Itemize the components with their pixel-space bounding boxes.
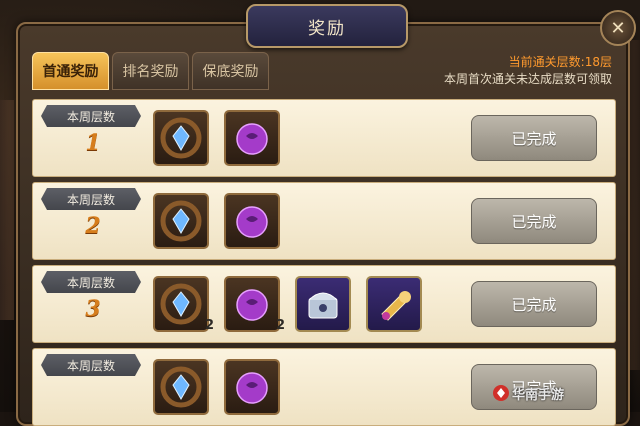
reward-row: 本周层数 3 2 2 已完成 [32, 265, 616, 343]
reward-item-crystal[interactable] [153, 359, 209, 415]
panel-title: 奖励 [246, 4, 408, 48]
watermark-text: 华南手游 [512, 388, 565, 403]
row-label: 本周层数 [41, 354, 141, 376]
reward-item-orb[interactable] [224, 193, 280, 249]
floor-number: 2 [85, 213, 101, 239]
golden-horn-icon [381, 291, 411, 321]
current-floor-text: 当前通关层数:18层 [508, 55, 612, 69]
reward-item-crystal[interactable] [153, 276, 209, 332]
close-button[interactable]: ✕ [600, 10, 636, 46]
blue-crystal-icon [160, 283, 202, 325]
floor-number: 1 [85, 130, 101, 156]
reward-item-horn[interactable] [366, 276, 422, 332]
reward-row: 本周层数 2 已完成 [32, 182, 616, 260]
purple-orb-icon [236, 206, 268, 238]
reward-item-crystal[interactable] [153, 193, 209, 249]
row-label: 本周层数 [41, 271, 141, 293]
background-left-strip [0, 100, 14, 320]
purple-orb-icon [236, 123, 268, 155]
reward-item-chest[interactable] [295, 276, 351, 332]
item-quantity: 2 [276, 318, 286, 333]
reward-item-orb[interactable] [224, 359, 280, 415]
tab-ranking-rewards[interactable]: 排名奖励 [112, 52, 189, 90]
blue-crystal-icon [160, 366, 202, 408]
blue-crystal-icon [160, 117, 202, 159]
floor-number: 3 [85, 296, 101, 322]
reward-item-orb[interactable] [224, 276, 280, 332]
blue-crystal-icon [160, 200, 202, 242]
completed-button[interactable]: 已完成 [471, 115, 597, 161]
claim-notice-text: 本周首次通关未达成层数可领取 [443, 72, 612, 86]
tab-first-clear-rewards[interactable]: 首通奖励 [32, 52, 109, 90]
completed-button[interactable]: 已完成 [471, 281, 597, 327]
row-label: 本周层数 [41, 105, 141, 127]
item-quantity: 2 [205, 318, 215, 333]
row-label: 本周层数 [41, 188, 141, 210]
tab-guarantee-rewards[interactable]: 保底奖励 [192, 52, 269, 90]
reward-item-crystal[interactable] [153, 110, 209, 166]
close-icon: ✕ [610, 17, 626, 39]
watermark-logo-icon [493, 385, 509, 401]
purple-orb-icon [236, 289, 268, 321]
treasure-chest-icon [308, 292, 338, 319]
reward-item-orb[interactable] [224, 110, 280, 166]
completed-button[interactable]: 已完成 [471, 198, 597, 244]
reward-row: 本周层数 1 已完成 [32, 99, 616, 177]
purple-orb-icon [236, 372, 268, 404]
